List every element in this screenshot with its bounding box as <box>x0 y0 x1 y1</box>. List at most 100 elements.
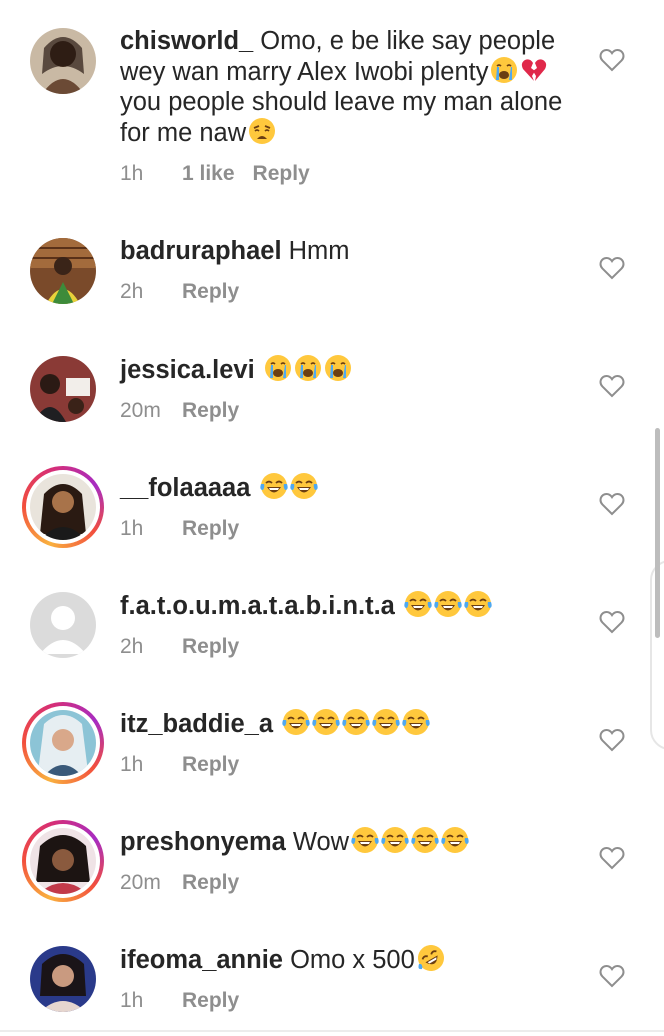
avatar[interactable] <box>30 28 96 94</box>
comment-body: chisworld_ Omo, e be like say people wey… <box>120 26 590 188</box>
comment-timestamp: 20m <box>120 399 161 422</box>
crying-face-icon <box>490 56 518 84</box>
joy-face-icon <box>402 708 430 736</box>
avatar[interactable] <box>30 592 96 658</box>
comment-text <box>395 592 402 620</box>
reply-button[interactable]: Reply <box>182 517 239 541</box>
joy-face-icon <box>312 708 340 736</box>
comment-timestamp: 1h <box>120 753 144 776</box>
reply-button[interactable]: Reply <box>182 871 239 895</box>
comment-username[interactable]: chisworld_ <box>120 27 253 55</box>
comment-username[interactable]: badruraphael <box>120 237 282 265</box>
comment-text-continued: you people should leave my man alone for… <box>120 88 563 147</box>
like-button[interactable] <box>598 963 626 989</box>
comment-body: preshonyema Wow 20m Reply <box>120 826 590 897</box>
comment-username[interactable]: __folaaaaa <box>120 474 250 502</box>
comment-text: Wow <box>285 828 350 856</box>
comment-body: f.a.t.o.u.m.a.t.a.b.i.n.t.a 2h Reply <box>120 590 590 661</box>
comment-timestamp: 1h <box>120 989 144 1012</box>
avatar <box>30 710 96 776</box>
avatar <box>30 474 96 540</box>
comment-timestamp: 2h <box>120 280 144 303</box>
reply-button[interactable]: Reply <box>182 280 239 304</box>
comment-timestamp: 1h <box>120 517 144 540</box>
comment-meta: 1h Reply <box>120 751 590 779</box>
heart-outline-icon <box>599 48 625 72</box>
comment-text: Omo x 500 <box>282 946 415 974</box>
like-button[interactable] <box>598 255 626 281</box>
like-button[interactable] <box>598 491 626 517</box>
broken-heart-icon <box>520 56 548 84</box>
avatar[interactable] <box>30 356 96 422</box>
heart-outline-icon <box>599 964 625 988</box>
comment-username[interactable]: ifeoma_annie <box>120 946 283 974</box>
heart-outline-icon <box>599 374 625 398</box>
comment-like-count[interactable]: 1 like <box>182 162 235 186</box>
like-button[interactable] <box>598 47 626 73</box>
comment-body: __folaaaaa 1h Reply <box>120 472 590 543</box>
reply-button[interactable]: Reply <box>182 399 239 423</box>
comment-username[interactable]: preshonyema <box>120 828 286 856</box>
comment-text <box>273 710 280 738</box>
comment-body: itz_baddie_a 1h Reply <box>120 708 590 779</box>
heart-outline-icon <box>599 846 625 870</box>
like-button[interactable] <box>598 373 626 399</box>
comments-screen: chisworld_ Omo, e be like say people wey… <box>0 0 664 1036</box>
heart-outline-icon <box>599 610 625 634</box>
comment-body: ifeoma_annie Omo x 500 1h Reply <box>120 944 590 1015</box>
reply-button[interactable]: Reply <box>182 989 239 1013</box>
crying-face-icon <box>294 354 322 382</box>
heart-outline-icon <box>599 492 625 516</box>
joy-face-icon <box>342 708 370 736</box>
joy-face-icon <box>289 472 318 500</box>
divider <box>0 1030 664 1032</box>
crying-face-icon <box>324 354 352 382</box>
joy-face-icon <box>372 708 400 736</box>
comment-meta: 1h Reply <box>120 515 590 543</box>
default-avatar-icon <box>30 592 96 658</box>
joy-face-icon <box>464 590 492 618</box>
comment-body: jessica.levi 20m Reply <box>120 354 590 425</box>
reply-button[interactable]: Reply <box>253 162 310 186</box>
comment-text <box>250 474 257 502</box>
joy-face-icon <box>282 708 310 736</box>
comment-meta: 2h Reply <box>120 278 590 306</box>
joy-face-icon <box>411 826 439 854</box>
joy-face-icon <box>381 826 409 854</box>
avatar[interactable] <box>30 946 96 1012</box>
comment-username[interactable]: jessica.levi <box>120 356 255 384</box>
avatar <box>30 828 96 894</box>
comment-timestamp: 1h <box>120 162 144 185</box>
joy-face-icon <box>434 590 462 618</box>
comment-meta: 1h 1 like Reply <box>120 160 590 188</box>
joy-face-icon <box>441 826 469 854</box>
comment-username[interactable]: itz_baddie_a <box>120 710 273 738</box>
avatar[interactable] <box>30 238 96 304</box>
comment-text: Hmm <box>281 237 350 265</box>
comment-timestamp: 20m <box>120 871 161 894</box>
comment-text <box>255 356 262 384</box>
avatar-story-ring[interactable] <box>22 820 104 902</box>
avatar-story-ring[interactable] <box>22 466 104 548</box>
like-button[interactable] <box>598 727 626 753</box>
rofl-face-icon <box>417 944 445 972</box>
comment-meta: 20m Reply <box>120 397 590 425</box>
comment-username[interactable]: f.a.t.o.u.m.a.t.a.b.i.n.t.a <box>120 592 395 620</box>
joy-face-icon <box>259 472 288 500</box>
like-button[interactable] <box>598 609 626 635</box>
weary-face-icon <box>248 117 276 145</box>
joy-face-icon <box>404 590 432 618</box>
crying-face-icon <box>264 354 292 382</box>
comment-meta: 1h Reply <box>120 987 590 1015</box>
avatar-story-ring[interactable] <box>22 702 104 784</box>
like-button[interactable] <box>598 845 626 871</box>
heart-outline-icon <box>599 256 625 280</box>
scrollbar[interactable] <box>655 428 660 638</box>
comment-timestamp: 2h <box>120 635 144 658</box>
reply-button[interactable]: Reply <box>182 753 239 777</box>
joy-face-icon <box>351 826 379 854</box>
heart-outline-icon <box>599 728 625 752</box>
comment-meta: 20m Reply <box>120 869 590 897</box>
comment-body: badruraphael Hmm 2h Reply <box>120 236 590 306</box>
reply-button[interactable]: Reply <box>182 635 239 659</box>
